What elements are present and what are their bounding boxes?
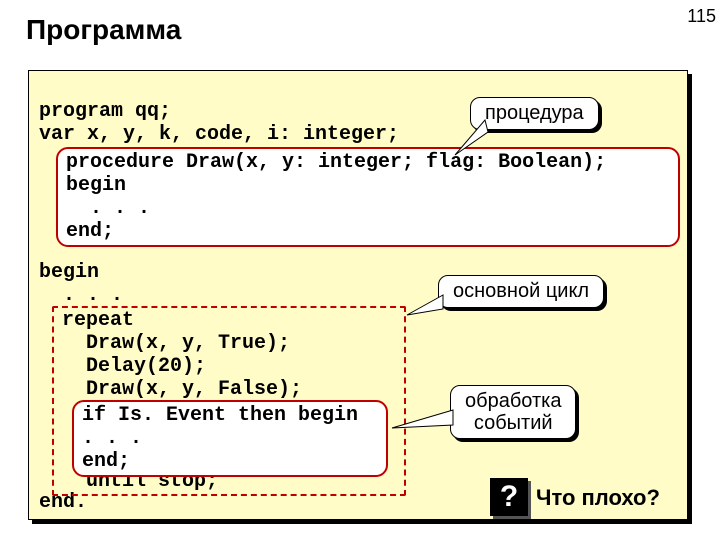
callout-tail-icon	[405, 295, 445, 325]
callout-tail-icon	[390, 410, 455, 440]
code-line: var x, y, k, code, i: integer;	[39, 123, 399, 146]
callout-tail-icon	[450, 120, 490, 160]
code-line: begin	[39, 261, 99, 284]
question-text: Что плохо?	[536, 485, 660, 511]
procedure-box: procedure Draw(x, y: integer; flag: Bool…	[56, 147, 680, 247]
question-mark-icon: ?	[490, 478, 528, 516]
page-number: 115	[687, 6, 716, 27]
event-box: if Is. Event then begin . . . end;	[72, 400, 388, 477]
label-events: обработка событий	[450, 385, 576, 439]
label-main-loop: основной цикл	[438, 275, 604, 308]
code-line: . . .	[39, 284, 123, 307]
code-line: program qq;	[39, 100, 171, 123]
page-title: Программа	[26, 14, 181, 46]
